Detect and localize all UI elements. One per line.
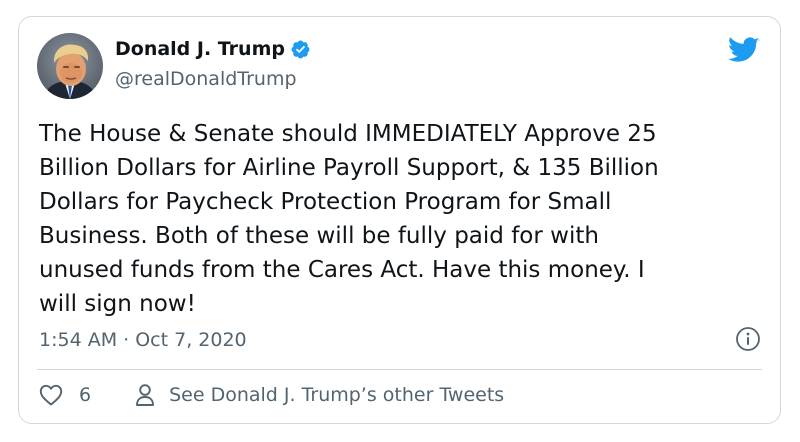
verified-badge-icon xyxy=(290,39,311,60)
twitter-bird-icon[interactable] xyxy=(728,37,760,64)
tweet-actions: 6 See Donald J. Trump’s other Tweets xyxy=(39,383,504,407)
person-icon[interactable] xyxy=(135,383,155,407)
avatar[interactable] xyxy=(37,33,103,99)
tweet-card[interactable]: Donald J. Trump @realDonaldTrump The Hou… xyxy=(18,16,781,424)
tweet-text: The House & Senate should IMMEDIATELY Ap… xyxy=(39,121,659,317)
avatar-image xyxy=(37,33,103,99)
author-handle[interactable]: @realDonaldTrump xyxy=(115,68,297,90)
divider xyxy=(37,369,762,370)
like-count[interactable]: 6 xyxy=(79,384,91,406)
author-name-row[interactable]: Donald J. Trump xyxy=(115,38,311,60)
info-icon[interactable] xyxy=(735,326,761,352)
see-other-tweets-link[interactable]: See Donald J. Trump’s other Tweets xyxy=(169,384,504,406)
heart-icon[interactable] xyxy=(39,384,63,406)
author-display-name[interactable]: Donald J. Trump xyxy=(115,38,285,60)
tweet-timestamp[interactable]: 1:54 AM · Oct 7, 2020 xyxy=(39,329,247,351)
